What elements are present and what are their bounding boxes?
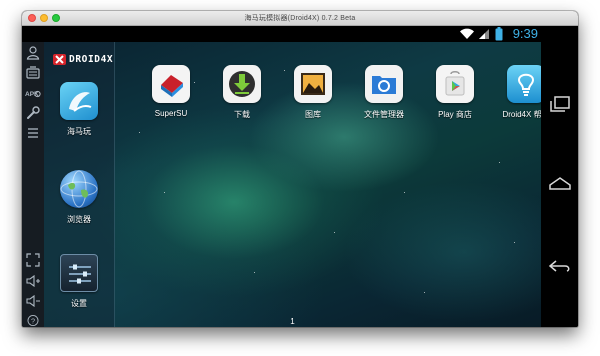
app-file-manager[interactable]: 文件管理器 (349, 65, 419, 120)
download-icon (223, 65, 261, 103)
dock-app-browser[interactable]: 浏览器 (44, 170, 114, 225)
app-play-store[interactable]: Play 商店 (420, 65, 490, 120)
fullscreen-icon[interactable] (25, 252, 41, 268)
recent-apps-icon[interactable] (547, 93, 573, 113)
supersu-icon (152, 65, 190, 103)
brand-wordmark: DROID4X (69, 53, 114, 65)
app-supersu[interactable]: SuperSU (136, 65, 206, 118)
gallery-icon (294, 65, 332, 103)
app-label: 下载 (234, 110, 250, 119)
back-icon[interactable] (547, 256, 573, 276)
dock-app-label: 浏览器 (67, 215, 91, 224)
battery-icon (495, 27, 503, 41)
app-download[interactable]: 下载 (207, 65, 277, 120)
window-titlebar: 海马玩模拟器(Droid4X) 0.7.2 Beta (22, 11, 578, 26)
app-gallery[interactable]: 图库 (278, 65, 348, 120)
file-manager-icon (365, 65, 403, 103)
window-title: 海马玩模拟器(Droid4X) 0.7.2 Beta (244, 15, 356, 22)
volume-down-icon[interactable] (25, 293, 41, 309)
browser-globe-icon (60, 170, 98, 208)
settings-sliders-icon (60, 254, 98, 292)
play-store-icon (436, 65, 474, 103)
android-nav-bar (541, 42, 578, 327)
app-label: 图库 (305, 110, 321, 119)
dock-app-label: 设置 (71, 299, 87, 308)
menu-icon[interactable] (25, 125, 41, 141)
account-icon[interactable] (25, 45, 41, 61)
dock-app-label: 海马玩 (67, 127, 91, 136)
emulator-window: 海马玩模拟器(Droid4X) 0.7.2 Beta 9:39 APK ? DR… (22, 11, 578, 327)
android-home-screen[interactable]: DROID4X 海马玩 浏览器 设置 SuperSU 下载 图库 文件管理器 P… (44, 42, 541, 327)
app-label: Play 商店 (438, 110, 472, 119)
app-label: Droid4X 帮助 (502, 110, 541, 119)
apk-install-icon[interactable]: APK (25, 85, 41, 101)
cell-signal-icon (479, 29, 489, 39)
launcher-side-panel: DROID4X 海马玩 浏览器 设置 (44, 42, 115, 327)
droid4x-logo: DROID4X (53, 52, 113, 66)
droid4x-help-icon (507, 65, 541, 103)
volume-up-icon[interactable] (25, 273, 41, 289)
dock-app-settings[interactable]: 设置 (44, 254, 114, 309)
android-status-bar: 9:39 (22, 26, 578, 42)
dock-app-haimawan[interactable]: 海马玩 (44, 82, 114, 137)
status-clock: 9:39 (512, 26, 538, 41)
droid4x-logo-mark (53, 53, 66, 65)
page-indicator: 1 (290, 317, 295, 326)
home-icon[interactable] (547, 174, 573, 194)
emulator-toolbar: APK ? (22, 42, 45, 327)
app-droid4x-help[interactable]: Droid4X 帮助 (491, 65, 541, 120)
help-label: ? (31, 316, 35, 325)
haimawan-icon (60, 82, 98, 120)
app-label: 文件管理器 (364, 110, 404, 119)
wifi-icon (460, 28, 474, 39)
help-icon[interactable]: ? (25, 314, 41, 327)
wrench-icon[interactable] (25, 105, 41, 121)
app-label: SuperSU (154, 109, 188, 118)
screenshot-icon[interactable] (25, 65, 41, 81)
